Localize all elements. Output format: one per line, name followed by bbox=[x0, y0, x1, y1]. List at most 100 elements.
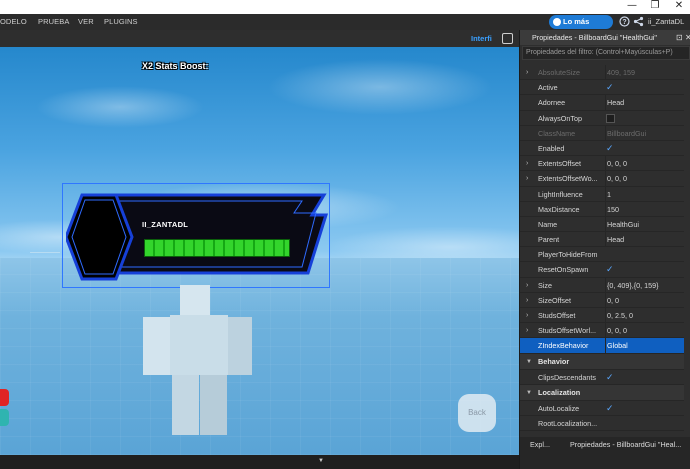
property-row-size[interactable]: › Size {0, 409},{0, 159} bbox=[520, 277, 690, 293]
properties-header-title: Propiedades - BillboardGui "HealthGui" bbox=[532, 33, 657, 42]
property-name: StudsOffsetWorl... bbox=[538, 326, 597, 336]
checkbox-checked-icon[interactable]: ✓ bbox=[606, 372, 615, 382]
property-row-extentsoffset[interactable]: › ExtentsOffset 0, 0, 0 bbox=[520, 156, 690, 172]
minimize-icon[interactable]: — bbox=[621, 0, 643, 14]
property-value[interactable]: 0, 2.5, 0 bbox=[605, 308, 690, 323]
property-row-playertohidefrom[interactable]: PlayerToHideFrom bbox=[520, 247, 690, 263]
property-value[interactable]: 0, 0, 0 bbox=[605, 171, 690, 187]
property-row-autolocalize[interactable]: AutoLocalize ✓ bbox=[520, 401, 690, 416]
property-row-sizeoffset[interactable]: › SizeOffset 0, 0 bbox=[520, 292, 690, 308]
properties-scrollbar[interactable] bbox=[684, 65, 690, 435]
avatar-head bbox=[180, 285, 210, 315]
checkbox-checked-icon[interactable]: ✓ bbox=[606, 265, 615, 274]
property-name: AbsoluteSize bbox=[538, 68, 580, 77]
section-behavior[interactable]: ▼ Behavior bbox=[520, 353, 690, 370]
property-row-lightinfluence[interactable]: LightInfluence 1 bbox=[520, 186, 690, 202]
viewport-bottom-bar bbox=[0, 455, 519, 469]
property-value[interactable]: BillboardGui bbox=[605, 125, 690, 141]
property-value[interactable]: 0, 0, 0 bbox=[605, 323, 690, 339]
property-value[interactable]: HealthGui bbox=[605, 216, 690, 232]
property-name: PlayerToHideFrom bbox=[538, 250, 598, 260]
property-row-rootlocalization[interactable]: RootLocalization... bbox=[520, 416, 690, 432]
expand-arrow-icon[interactable]: › bbox=[526, 323, 534, 338]
expand-arrow-icon[interactable]: › bbox=[526, 308, 534, 323]
property-row-resetonspawn[interactable]: ResetOnSpawn ✓ bbox=[520, 262, 690, 278]
property-row-maxdistance[interactable]: MaxDistance 150 bbox=[520, 201, 690, 217]
property-name: Size bbox=[538, 280, 552, 290]
menu-bar: ODELO PRUEBA VER PLUGINS Lo más nuevo ? … bbox=[0, 14, 690, 40]
expand-arrow-icon[interactable]: › bbox=[526, 65, 534, 80]
viewport-toolbar-label[interactable]: Interfi bbox=[471, 30, 492, 47]
property-row-active[interactable]: Active ✓ bbox=[520, 80, 690, 96]
property-value[interactable]: Global bbox=[605, 338, 690, 354]
menu-prueba[interactable]: PRUEBA bbox=[38, 14, 69, 30]
properties-panel: Propiedades - BillboardGui "HealthGui" ⊡… bbox=[519, 30, 690, 469]
game-viewport[interactable]: Interfi X2 Stats Boost: II_ZANTADL Back bbox=[0, 30, 519, 455]
property-row-adornee[interactable]: Adornee Head bbox=[520, 95, 690, 111]
side-button-teal[interactable] bbox=[0, 409, 9, 426]
checkbox-checked-icon[interactable]: ✓ bbox=[606, 143, 615, 153]
property-row-studsoffsetworl[interactable]: › StudsOffsetWorl... 0, 0, 0 bbox=[520, 323, 690, 339]
username-label[interactable]: ii_ZantaDL bbox=[648, 14, 684, 30]
player-name-label: II_ZANTADL bbox=[142, 220, 189, 229]
checkbox-checked-icon[interactable]: ✓ bbox=[606, 83, 615, 92]
avatar-left-leg bbox=[172, 375, 199, 435]
property-name: StudsOffset bbox=[538, 311, 576, 320]
restore-icon[interactable]: ❐ bbox=[644, 0, 666, 14]
property-name: ExtentsOffset bbox=[538, 159, 582, 169]
property-row-parent[interactable]: Parent Head bbox=[520, 232, 690, 248]
property-row-absolutesize[interactable]: › AbsoluteSize 409, 159 bbox=[520, 65, 690, 81]
property-value[interactable]: 1 bbox=[605, 186, 690, 202]
side-button-red[interactable] bbox=[0, 389, 9, 406]
properties-filter-input[interactable]: Propiedades del filtro: (Control+Mayúscu… bbox=[522, 46, 690, 60]
news-button[interactable]: Lo más nuevo bbox=[549, 15, 613, 40]
property-value[interactable]: 0, 0, 0 bbox=[605, 156, 690, 172]
property-value[interactable]: 409, 159 bbox=[605, 65, 690, 80]
tab-explorer[interactable]: Expl... bbox=[530, 437, 570, 453]
expand-arrow-icon[interactable]: › bbox=[526, 156, 534, 171]
property-value[interactable]: 150 bbox=[605, 201, 690, 217]
expand-arrow-icon[interactable]: › bbox=[526, 278, 534, 293]
menu-ver[interactable]: VER bbox=[78, 14, 94, 30]
avatar-left-arm bbox=[143, 317, 170, 375]
section-localization[interactable]: ▼ Localization bbox=[520, 384, 690, 401]
window-toggle-icon[interactable] bbox=[502, 33, 513, 44]
property-row-clipsdescendants[interactable]: ClipsDescendants ✓ bbox=[520, 370, 690, 385]
menu-modelo[interactable]: ODELO bbox=[0, 14, 27, 30]
back-button[interactable]: Back bbox=[458, 394, 496, 432]
expand-icon[interactable]: ⊡ bbox=[676, 30, 683, 45]
property-row-alwaysontop[interactable]: AlwaysOnTop bbox=[520, 111, 690, 126]
property-list: › AbsoluteSize 409, 159 Active ✓ Adornee Head A… bbox=[520, 65, 690, 432]
property-name: Enabled bbox=[538, 143, 565, 153]
property-value[interactable]: Head bbox=[605, 232, 690, 248]
checkbox-unchecked[interactable] bbox=[606, 113, 615, 123]
menu-plugins[interactable]: PLUGINS bbox=[104, 14, 138, 30]
property-row-name[interactable]: Name HealthGui bbox=[520, 216, 690, 233]
section-title: Localization bbox=[538, 387, 581, 397]
section-collapse-icon[interactable]: ▼ bbox=[526, 354, 532, 370]
property-value[interactable]: {0, 409},{0, 159} bbox=[605, 277, 690, 293]
close-icon[interactable]: ✕ bbox=[668, 0, 690, 14]
property-value[interactable]: Head bbox=[605, 95, 690, 111]
section-collapse-icon[interactable]: ▼ bbox=[526, 385, 532, 401]
property-name: SizeOffset bbox=[538, 295, 572, 305]
checkbox-checked-icon[interactable]: ✓ bbox=[606, 403, 615, 413]
property-row-studsoffset[interactable]: › StudsOffset 0, 2.5, 0 bbox=[520, 308, 690, 324]
help-icon[interactable]: ? bbox=[618, 16, 630, 28]
property-name: Active bbox=[538, 83, 558, 93]
expand-arrow-icon[interactable]: › bbox=[526, 171, 534, 186]
panel-close-icon[interactable]: ✕ bbox=[685, 30, 690, 45]
expand-arrow-icon[interactable]: › bbox=[526, 293, 534, 308]
property-row-classname[interactable]: ClassName BillboardGui bbox=[520, 125, 690, 141]
health-bar-fill bbox=[144, 239, 290, 257]
property-name: ClassName bbox=[538, 128, 576, 138]
properties-header: Propiedades - BillboardGui "HealthGui" bbox=[520, 30, 690, 45]
property-name: MaxDistance bbox=[538, 204, 580, 214]
share-icon[interactable] bbox=[632, 16, 644, 28]
property-row-zindexbehavior[interactable]: ZIndexBehavior Global bbox=[520, 338, 690, 354]
tab-properties[interactable]: Propiedades - BillboardGui "Heal... bbox=[570, 437, 690, 453]
property-value[interactable]: 0, 0 bbox=[605, 292, 690, 308]
property-row-extentsoffsetwo[interactable]: › ExtentsOffsetWo... 0, 0, 0 bbox=[520, 171, 690, 187]
chevron-down-icon[interactable]: ▼ bbox=[318, 458, 324, 464]
property-row-enabled[interactable]: Enabled ✓ bbox=[520, 141, 690, 157]
